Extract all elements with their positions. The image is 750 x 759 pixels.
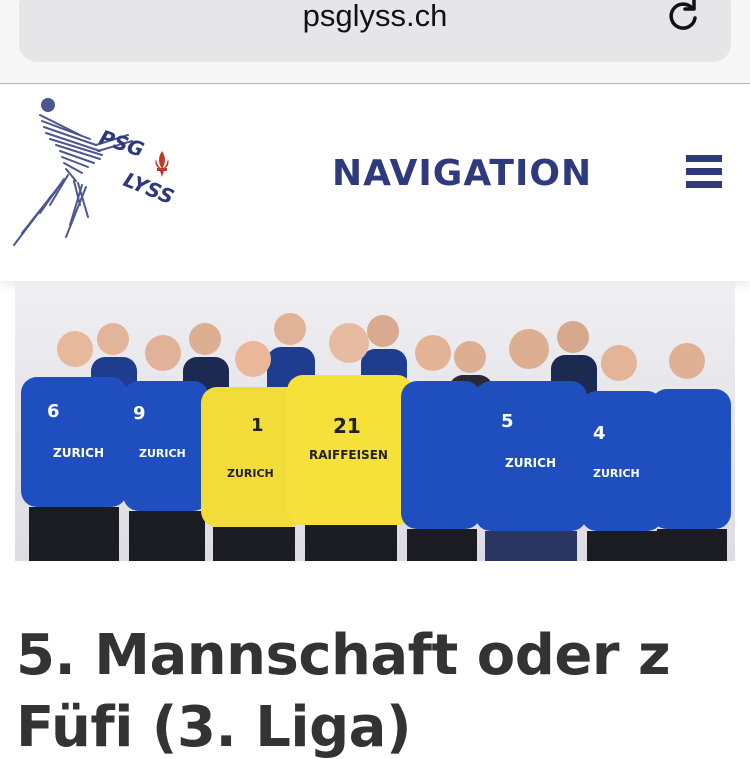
site-header: PSG LYSS NAVIGATION [0,85,750,281]
psg-lyss-logo[interactable]: PSG LYSS [10,95,190,255]
logo-psg-text: PSG [96,125,147,162]
navigation-label[interactable]: NAVIGATION [332,153,592,194]
svg-text:ZURICH: ZURICH [505,456,556,470]
svg-text:ZURICH: ZURICH [139,447,186,460]
browser-address-bar: psglyss.ch [0,0,750,84]
page-title: 5. Mannschaft oder z Füfi (3. Liga) [16,623,671,759]
logo-lyss-text: LYSS [120,167,177,209]
url-text: psglyss.ch [302,0,448,33]
jersey-number: 6 [47,401,60,422]
team-photo: 6 ZURICH 9 ZURICH 1 ZURICH 21 RAIFFEISEN [15,281,735,561]
svg-text:9: 9 [133,403,146,424]
hamburger-menu-icon[interactable] [686,155,722,191]
url-field[interactable]: psglyss.ch [19,0,731,62]
svg-text:RAIFFEISEN: RAIFFEISEN [309,448,388,462]
reload-icon[interactable] [665,0,701,34]
svg-text:ZURICH: ZURICH [593,467,640,480]
svg-text:5: 5 [501,411,514,432]
svg-text:4: 4 [593,423,606,444]
sponsor-text: ZURICH [53,446,104,460]
svg-text:ZURICH: ZURICH [227,467,274,480]
svg-text:1: 1 [251,415,264,436]
svg-text:21: 21 [333,414,361,438]
